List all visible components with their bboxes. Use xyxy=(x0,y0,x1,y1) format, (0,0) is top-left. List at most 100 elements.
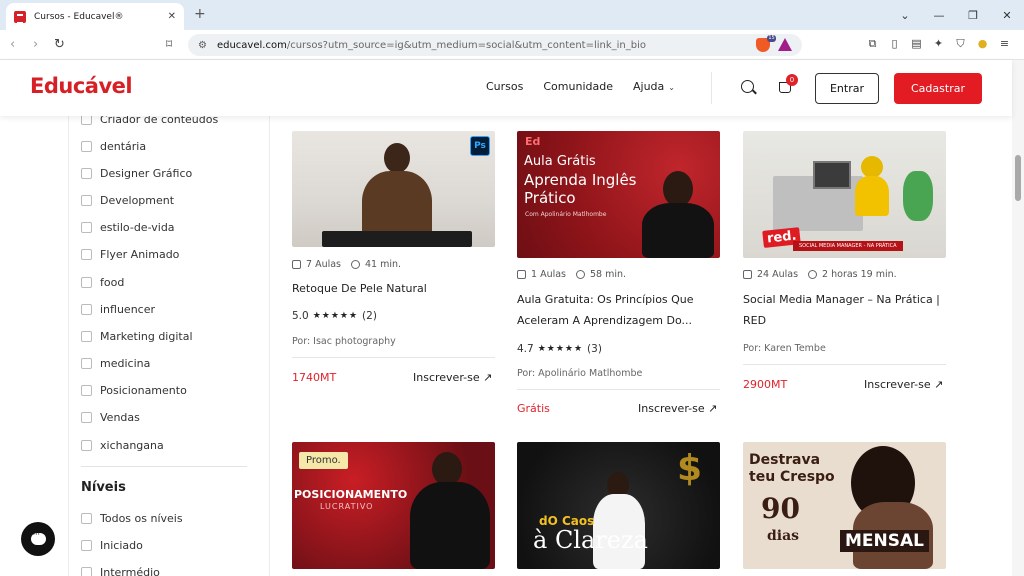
enroll-link[interactable]: Inscrever-se ↗ xyxy=(413,371,492,384)
checkbox[interactable] xyxy=(81,513,92,524)
course-price: 2900MT xyxy=(743,378,788,391)
course-card[interactable]: Promo. POSICIONAMENTO LUCRATIVO xyxy=(292,442,495,569)
shields-count-badge: 15 xyxy=(767,35,776,42)
course-meta: 7 Aulas 41 min. xyxy=(292,259,401,270)
bookmark-icon[interactable]: ⌑ xyxy=(166,37,172,51)
course-rating: 5.0 ★★★★★ (2) xyxy=(292,310,377,322)
course-card[interactable]: red. SOCIAL MEDIA MANAGER - NA PRÁTICA 2… xyxy=(743,131,946,391)
browser-tab[interactable]: Cursos - Educavel® ✕ xyxy=(6,3,184,30)
signup-button[interactable]: Cadastrar xyxy=(894,73,982,104)
checkbox[interactable] xyxy=(81,249,92,260)
restore-icon[interactable]: ❐ xyxy=(956,9,990,22)
close-tab-icon[interactable]: ✕ xyxy=(168,11,176,22)
arrow-up-right-icon: ↗ xyxy=(934,378,944,391)
checkbox[interactable] xyxy=(81,440,92,451)
course-thumbnail[interactable]: Promo. POSICIONAMENTO LUCRATIVO xyxy=(292,442,495,569)
brave-rewards-icon[interactable] xyxy=(778,38,792,51)
filter-level[interactable]: Intermédio xyxy=(81,566,160,576)
chat-button[interactable] xyxy=(21,522,55,556)
menu-icon[interactable]: ≡ xyxy=(998,37,1011,51)
close-window-icon[interactable]: ✕ xyxy=(990,9,1024,22)
course-thumbnail[interactable]: Ps xyxy=(292,131,495,247)
reload-icon[interactable]: ↻ xyxy=(54,37,65,52)
course-thumbnail[interactable]: red. SOCIAL MEDIA MANAGER - NA PRÁTICA xyxy=(743,131,946,258)
back-icon[interactable]: ‹ xyxy=(10,37,15,52)
scrollbar-thumb[interactable] xyxy=(1015,155,1021,201)
clock-icon xyxy=(351,260,360,269)
filter-category[interactable]: Development xyxy=(81,194,174,207)
thumbnail-person xyxy=(384,143,410,173)
checkbox[interactable] xyxy=(81,277,92,288)
filter-category[interactable]: Vendas xyxy=(81,411,140,424)
favicon-icon xyxy=(14,10,26,24)
main-nav: Cursos Comunidade Ajuda ⌄ xyxy=(486,80,675,93)
lessons-icon xyxy=(743,270,752,279)
thumbnail-figure xyxy=(861,156,883,178)
filter-category[interactable]: medicina xyxy=(81,357,150,370)
profile-icon[interactable]: ● xyxy=(976,37,989,51)
url-text[interactable]: educavel.com/cursos?utm_source=ig&utm_me… xyxy=(217,40,646,51)
browser-tab-bar: Cursos - Educavel® ✕ + ⌄ — ❐ ✕ xyxy=(0,0,1024,30)
checkbox[interactable] xyxy=(81,567,92,576)
checkbox[interactable] xyxy=(81,412,92,423)
filter-level[interactable]: Iniciado xyxy=(81,539,143,552)
login-button[interactable]: Entrar xyxy=(815,73,879,104)
checkbox[interactable] xyxy=(81,195,92,206)
filter-category[interactable]: food xyxy=(81,276,124,289)
course-card[interactable]: $ dO Caos à Clareza xyxy=(517,442,720,569)
photoshop-icon: Ps xyxy=(470,136,490,156)
new-tab-icon[interactable]: + xyxy=(194,6,206,22)
nav-cursos[interactable]: Cursos xyxy=(486,80,523,93)
filter-category[interactable]: Posicionamento xyxy=(81,384,187,397)
course-thumbnail[interactable]: $ dO Caos à Clareza xyxy=(517,442,720,569)
forward-icon[interactable]: › xyxy=(33,37,38,52)
minimize-icon[interactable]: — xyxy=(922,9,956,22)
filter-level[interactable]: Todos os níveis xyxy=(81,512,183,525)
enroll-link[interactable]: Inscrever-se ↗ xyxy=(638,402,717,415)
thumbnail-person-body xyxy=(642,203,714,258)
checkbox[interactable] xyxy=(81,358,92,369)
tab-search-icon[interactable]: ⌄ xyxy=(888,9,922,22)
vpn-icon[interactable]: ⛉ xyxy=(954,37,967,51)
extension-icons: ⧉ ▯ ▤ ✦ ⛉ ● ≡ xyxy=(866,37,1011,51)
course-title[interactable]: Social Media Manager – Na Prática | RED xyxy=(743,289,946,331)
filter-category[interactable]: dentária xyxy=(81,140,146,153)
course-thumbnail[interactable]: Destrava teu Crespo 90 dias MENSAL xyxy=(743,442,946,569)
course-card[interactable]: Ed Aula Grátis Aprenda Inglês Prático Co… xyxy=(517,131,720,415)
checkbox[interactable] xyxy=(81,385,92,396)
enroll-link[interactable]: Inscrever-se ↗ xyxy=(864,378,943,391)
extensions-icon[interactable]: ⧉ xyxy=(866,37,879,51)
course-title[interactable]: Retoque De Pele Natural xyxy=(292,278,495,299)
filter-category[interactable]: xichangana xyxy=(81,439,164,452)
leo-ai-icon[interactable]: ✦ xyxy=(932,37,945,51)
checkbox[interactable] xyxy=(81,222,92,233)
sidebar-icon[interactable]: ▯ xyxy=(888,37,901,51)
course-thumbnail[interactable]: Ed Aula Grátis Aprenda Inglês Prático Co… xyxy=(517,131,720,258)
course-rating: 4.7 ★★★★★ (3) xyxy=(517,343,602,355)
filter-category[interactable]: estilo-de-vida xyxy=(81,221,175,234)
checkbox[interactable] xyxy=(81,304,92,315)
checkbox[interactable] xyxy=(81,331,92,342)
checkbox[interactable] xyxy=(81,141,92,152)
course-card[interactable]: Ps 7 Aulas 41 min. Retoque De Pele Natur… xyxy=(292,131,495,384)
checkbox[interactable] xyxy=(81,540,92,551)
page-scrollbar[interactable] xyxy=(1012,60,1024,576)
address-bar[interactable]: ⚙ educavel.com/cursos?utm_source=ig&utm_… xyxy=(188,34,802,56)
filter-category[interactable]: Marketing digital xyxy=(81,330,193,343)
nav-ajuda[interactable]: Ajuda ⌄ xyxy=(633,80,675,93)
filter-category[interactable]: influencer xyxy=(81,303,155,316)
educavel-logo[interactable]: Educável xyxy=(30,74,133,98)
nav-comunidade[interactable]: Comunidade xyxy=(543,80,613,93)
filter-category[interactable]: Flyer Animado xyxy=(81,248,179,261)
card-divider xyxy=(743,364,946,365)
search-icon[interactable] xyxy=(741,80,754,93)
course-title[interactable]: Aula Gratuita: Os Princípios Que Aceleram… xyxy=(517,289,720,331)
course-author: Por: Karen Tembe xyxy=(743,343,826,354)
checkbox[interactable] xyxy=(81,168,92,179)
chevron-down-icon: ⌄ xyxy=(668,83,675,92)
wallet-icon[interactable]: ▤ xyxy=(910,37,923,51)
thumbnail-desk xyxy=(322,231,472,247)
course-card[interactable]: Destrava teu Crespo 90 dias MENSAL xyxy=(743,442,946,569)
site-settings-icon[interactable]: ⚙ xyxy=(198,40,207,51)
filter-category[interactable]: Designer Gráfico xyxy=(81,167,192,180)
